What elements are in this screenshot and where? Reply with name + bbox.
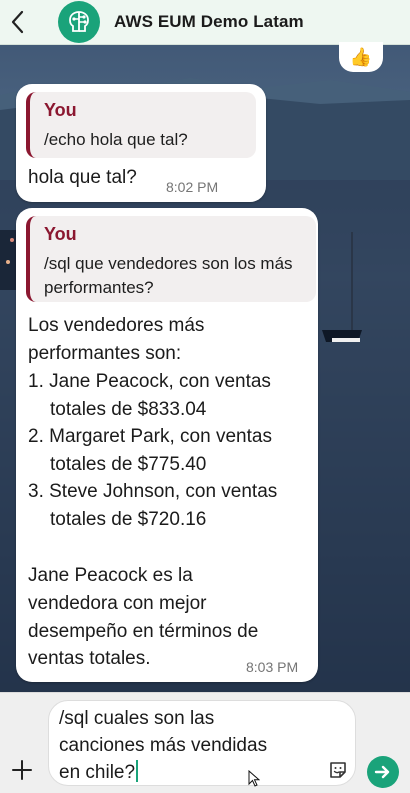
message-time: 8:02 PM [166, 179, 219, 195]
chevron-left-icon [11, 10, 24, 34]
send-icon [374, 765, 390, 779]
list-item-continuation: totales de $775.40 [50, 454, 207, 475]
quote-author: You [44, 224, 77, 244]
message-text: hola que tal? [28, 167, 137, 188]
list-item: 2. Margaret Park, con ventas [28, 426, 272, 447]
message-bubble[interactable]: You /echo hola que tal? hola que tal? 8:… [16, 84, 266, 202]
sticker-icon[interactable] [328, 760, 348, 780]
chat-header: AWS EUM Demo Latam [0, 0, 410, 45]
chat-title[interactable]: AWS EUM Demo Latam [114, 12, 304, 32]
thumbs-up-icon: 👍 [349, 46, 373, 67]
list-item-continuation: totales de $833.04 [50, 399, 207, 420]
list-item: 3. Steve Johnson, con ventas [28, 481, 278, 502]
message-text-line: ventas totales. [28, 648, 151, 669]
message-text-line: Jane Peacock es la [28, 565, 193, 586]
list-item-continuation: totales de $720.16 [50, 509, 207, 530]
input-line: /sql cuales son las [59, 708, 215, 729]
message-text-line: Los vendedores más [28, 315, 205, 336]
quote-text-line: performantes? [44, 278, 154, 297]
quoted-message[interactable]: You /sql que vendedores son los más perf… [26, 216, 316, 302]
message-text-line: vendedora con mejor [28, 593, 207, 614]
input-line: canciones más vendidas [59, 735, 268, 756]
text-caret [136, 760, 139, 782]
send-button[interactable] [367, 756, 399, 788]
quote-text: /echo hola que tal? [44, 130, 188, 149]
avatar[interactable] [58, 1, 100, 43]
input-line: en chile? [59, 762, 136, 783]
brain-circuit-icon [69, 11, 89, 32]
message-input-text[interactable]: /sql cuales son las canciones más vendid… [59, 705, 309, 786]
message-text-line: performantes son: [28, 343, 182, 364]
back-button[interactable] [0, 0, 34, 44]
quoted-message[interactable]: You /echo hola que tal? [26, 92, 256, 158]
message-time: 8:03 PM [246, 659, 299, 675]
quote-author: You [44, 100, 77, 120]
message-bubble[interactable]: You /sql que vendedores son los más perf… [16, 208, 318, 682]
plus-icon[interactable] [10, 758, 34, 782]
message-text-line: desempeño en términos de [28, 621, 259, 642]
reaction-badge[interactable]: 👍 [339, 42, 383, 72]
quote-text-line: /sql que vendedores son los más [44, 254, 293, 273]
message-input[interactable]: /sql cuales son las canciones más vendid… [48, 700, 356, 786]
mouse-pointer-icon [248, 770, 260, 787]
list-item: 1. Jane Peacock, con ventas [28, 371, 271, 392]
